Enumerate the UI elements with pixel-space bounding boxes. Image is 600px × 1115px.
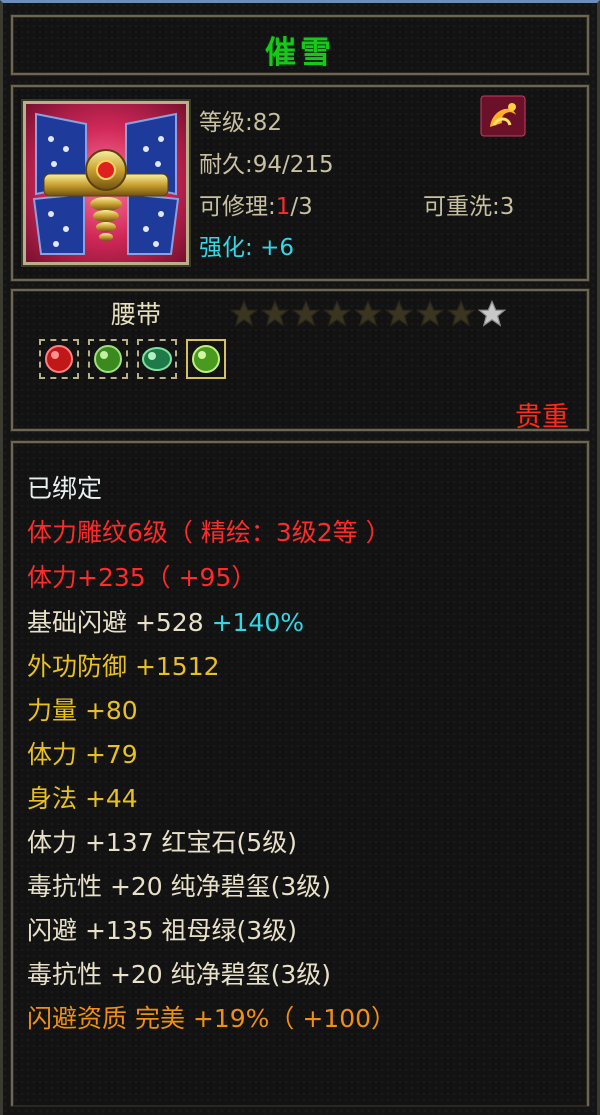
star-filled-icon [353, 299, 383, 327]
item-rewash: 可重洗:3 [423, 194, 515, 220]
item-repair: 可修理:1/3 [199, 187, 313, 221]
star-filled-icon [384, 299, 414, 327]
star-filled-icon [415, 299, 445, 327]
agility-attribute: 身法 +44 [27, 784, 138, 813]
dodge-base-attribute: 基础闪避 +528 +140% [27, 603, 304, 639]
star-filled-icon [229, 299, 259, 327]
item-enhance: 强化: +6 [199, 228, 294, 262]
enhance-value: +6 [260, 235, 294, 261]
green-gem-icon[interactable] [137, 339, 177, 379]
gem-attribute-row: 毒抗性 +20 纯净碧玺(3级) [27, 960, 332, 989]
star-filled-icon [322, 299, 352, 327]
item-type: 腰带 [111, 300, 162, 329]
dodge-base-pct: +140% [203, 608, 304, 637]
aptitude-attribute: 闪避资质 完美 +19%（ +100） [27, 1004, 397, 1033]
green-gem-icon[interactable] [186, 339, 226, 379]
star-empty-icon [477, 299, 507, 327]
star-filled-icon [291, 299, 321, 327]
item-level: 等级:82 [199, 110, 283, 136]
carve-attribute: 体力雕纹6级（ 精绘：3级2等 ） [27, 518, 391, 547]
gem-attribute-row: 体力 +137 红宝石(5级) [27, 828, 297, 857]
enhance-label: 强化: [199, 235, 261, 261]
green-gem-icon[interactable] [88, 339, 128, 379]
gem-attribute-row: 闪避 +135 祖母绿(3级) [27, 916, 297, 945]
strength-attribute: 力量 +80 [27, 696, 138, 725]
dodge-base-label: 基础闪避 +528 [27, 608, 204, 637]
ext-defense-attribute: 外功防御 +1512 [27, 652, 220, 681]
repair-label: 可修理: [199, 194, 276, 220]
repair-total: /3 [290, 194, 313, 220]
stamina-attribute: 体力 +79 [27, 740, 138, 769]
item-tooltip: 催雪 等级:82 耐久:94/215 可修理:1/3 可重洗:3 强化: +6 … [0, 0, 600, 1115]
item-name: 催雪 [265, 35, 335, 71]
repair-used: 1 [275, 194, 291, 220]
star-filled-icon [446, 299, 476, 327]
red-gem-icon[interactable] [39, 339, 79, 379]
stamina-bonus-attribute: 体力+235（ +95） [27, 563, 257, 592]
belt-item-icon [23, 101, 189, 265]
star-filled-icon [260, 299, 290, 327]
item-durability: 耐久:94/215 [199, 152, 334, 178]
gem-attribute-row: 毒抗性 +20 纯净碧玺(3级) [27, 872, 332, 901]
skill-swirl-icon [480, 95, 526, 137]
item-rarity: 贵重 [515, 402, 569, 433]
bound-status: 已绑定 [27, 474, 103, 503]
title-panel: 催雪 [11, 15, 589, 75]
